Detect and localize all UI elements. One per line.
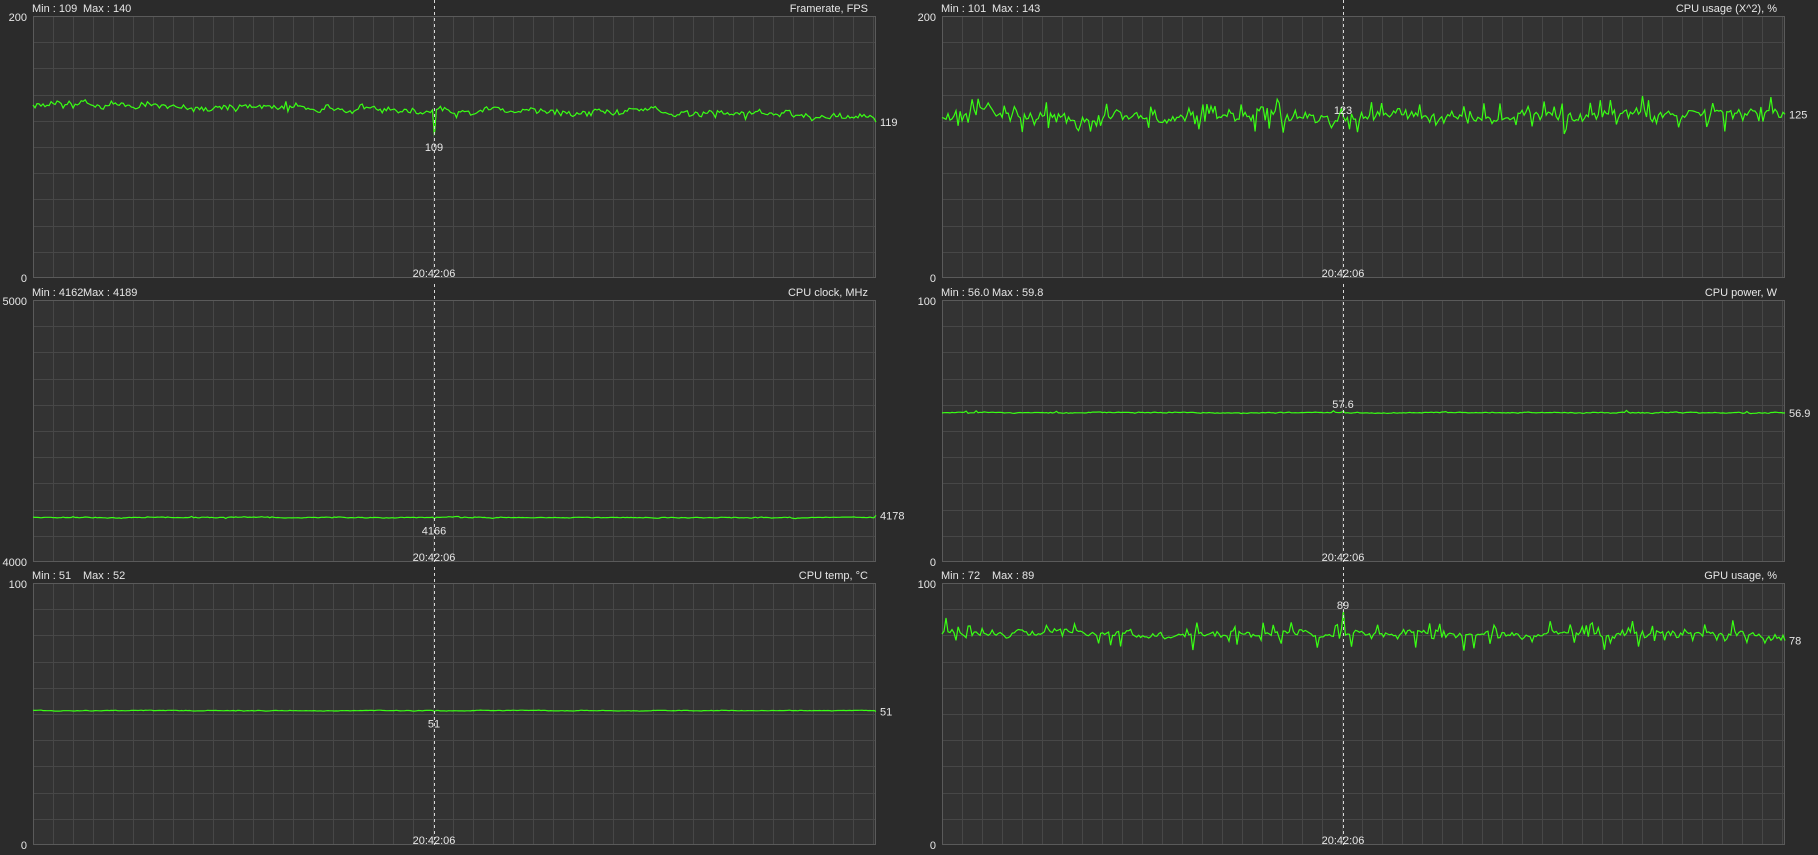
y-axis-max-label: 100	[918, 296, 936, 308]
cursor-value-label: 123	[1334, 105, 1352, 117]
cursor-value-label: 57.6	[1332, 399, 1353, 411]
graph-cpu-temp[interactable]: Min : 51 Max : 52 CPU temp, °C 100 0 51 20:42:…	[9, 567, 893, 852]
graph-title: CPU usage (X^2), %	[1676, 3, 1777, 15]
graph-max-label: Max : 143	[992, 3, 1040, 15]
y-axis-max-label: 100	[9, 579, 27, 591]
current-value-label: 4178	[880, 510, 904, 522]
graph-max-label: Max : 140	[83, 3, 131, 15]
graph-title: Framerate, FPS	[790, 3, 868, 15]
y-axis-min-label: 0	[930, 840, 936, 850]
cursor-time-label: 20:42:06	[1322, 552, 1365, 564]
graph-cpu-clock[interactable]: Min : 4162 Max : 4189 CPU clock, MHz 5000 40…	[3, 284, 905, 569]
cursor-value-label: 109	[425, 142, 443, 154]
y-axis-max-label: 5000	[3, 296, 27, 308]
hardware-monitor-window: Min : 109 Max : 140 Framerate, FPS 200 0 109 2…	[0, 0, 1818, 852]
current-value-label: 125	[1789, 109, 1807, 121]
monitoring-graphs[interactable]: Min : 109 Max : 140 Framerate, FPS 200 0 109 2…	[0, 0, 1818, 852]
y-axis-max-label: 100	[918, 579, 936, 591]
y-axis-min-label: 4000	[3, 557, 27, 569]
current-value-label: 51	[880, 706, 892, 718]
graph-title: CPU temp, °C	[799, 570, 868, 582]
graph-cpu-power[interactable]: Min : 56.0 Max : 59.8 CPU power, W 100 0 57.6…	[918, 284, 1811, 569]
y-axis-max-label: 200	[918, 12, 936, 24]
graph-title: GPU usage, %	[1704, 570, 1777, 582]
cursor-time-label: 20:42:06	[1322, 835, 1365, 847]
y-axis-min-label: 0	[930, 557, 936, 569]
graph-max-label: Max : 52	[83, 570, 125, 582]
graph-min-label: Min : 101	[941, 3, 986, 15]
graph-framerate[interactable]: Min : 109 Max : 140 Framerate, FPS 200 0 109 2…	[9, 0, 898, 285]
y-axis-min-label: 0	[930, 273, 936, 285]
graph-cpu-usage[interactable]: Min : 101 Max : 143 CPU usage (X^2), % 200 0…	[918, 0, 1808, 285]
graph-max-label: Max : 89	[992, 570, 1034, 582]
current-value-label: 119	[880, 117, 898, 129]
y-axis-max-label: 200	[9, 12, 27, 24]
graph-title: CPU power, W	[1705, 287, 1778, 299]
cursor-value-label: 89	[1337, 600, 1349, 612]
graph-min-label: Min : 56.0	[941, 287, 989, 299]
y-axis-min-label: 0	[21, 840, 27, 850]
y-axis-min-label: 0	[21, 273, 27, 285]
cursor-time-label: 20:42:06	[413, 552, 456, 564]
graph-gpu-usage[interactable]: Min : 72 Max : 89 GPU usage, % 100 0 89 20:42:…	[918, 567, 1802, 852]
graph-min-label: Min : 51	[32, 570, 71, 582]
graph-max-label: Max : 59.8	[992, 287, 1043, 299]
graph-max-label: Max : 4189	[83, 287, 137, 299]
cursor-time-label: 20:42:06	[413, 268, 456, 280]
graph-min-label: Min : 72	[941, 570, 980, 582]
cursor-time-label: 20:42:06	[1322, 268, 1365, 280]
graph-min-label: Min : 109	[32, 3, 77, 15]
cursor-value-label: 51	[428, 718, 440, 730]
current-value-label: 78	[1789, 636, 1801, 648]
cursor-value-label: 4166	[422, 526, 446, 538]
graph-min-label: Min : 4162	[32, 287, 83, 299]
cursor-time-label: 20:42:06	[413, 835, 456, 847]
current-value-label: 56.9	[1789, 408, 1810, 420]
graph-title: CPU clock, MHz	[788, 287, 868, 299]
